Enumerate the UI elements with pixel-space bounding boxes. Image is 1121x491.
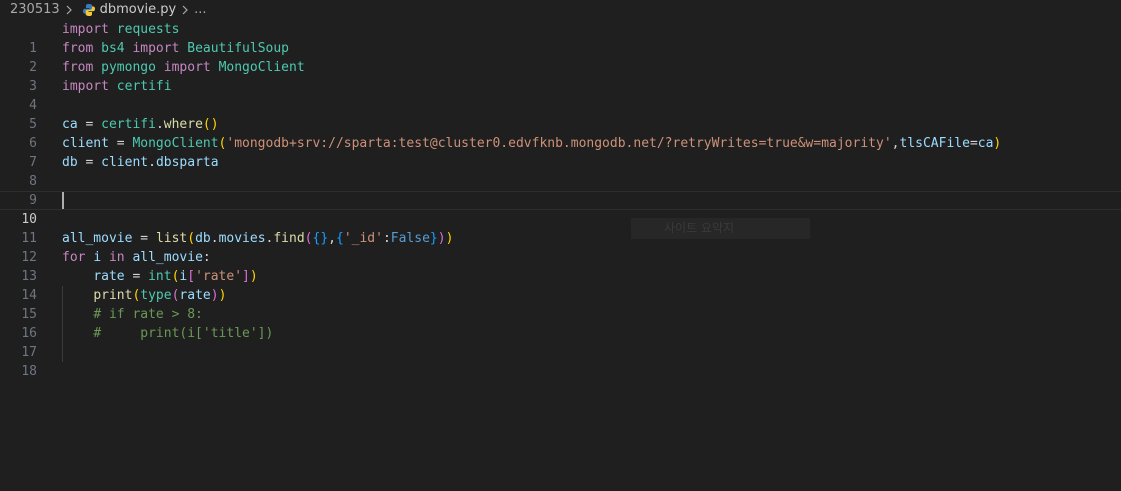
code-line[interactable]: 16 # if rate > 8: xyxy=(0,305,1121,341)
code-line[interactable]: 12 all_movie = list(db.movies.find({},{'… xyxy=(0,229,1121,265)
code-line[interactable]: 15 print(type(rate)) xyxy=(0,286,1121,322)
faded-overlay-hint: 사이트 요약지 xyxy=(631,218,810,239)
code-text: ca = certifi.where() xyxy=(62,117,219,132)
chevron-right-icon xyxy=(66,5,72,14)
code-text: import requests xyxy=(62,22,180,37)
code-line[interactable]: 13 for i in all_movie: xyxy=(0,248,1121,284)
code-text: # print(i['title']) xyxy=(93,326,274,341)
python-file-icon xyxy=(82,3,95,16)
line-number: 18 xyxy=(21,364,37,379)
code-text: from bs4 import BeautifulSoup xyxy=(62,41,289,56)
code-line[interactable]: 3 from pymongo import MongoClient xyxy=(0,58,1121,94)
code-line[interactable]: 14 rate = int(i['rate']) xyxy=(0,267,1121,303)
code-line[interactable]: 9 xyxy=(0,172,1121,208)
code-line[interactable]: 5 xyxy=(0,96,1121,132)
code-text: print(type(rate)) xyxy=(93,288,227,303)
indent-guide xyxy=(62,286,63,362)
code-line[interactable]: 11 xyxy=(0,210,1121,246)
code-line-current[interactable]: 10 xyxy=(0,191,1121,227)
code-line[interactable]: 17 # print(i['title']) xyxy=(0,324,1121,360)
breadcrumb-folder[interactable]: 230513 xyxy=(10,2,60,17)
code-text: db = client.dbsparta xyxy=(62,155,219,170)
code-line[interactable]: 7 client = MongoClient('mongodb+srv://sp… xyxy=(0,134,1121,170)
breadcrumb-symbol[interactable]: ... xyxy=(194,2,206,17)
code-text: rate = int(i['rate']) xyxy=(93,269,258,284)
code-text: for i in all_movie: xyxy=(62,250,211,265)
code-line[interactable]: 6 ca = certifi.where() xyxy=(0,115,1121,151)
chevron-right-icon xyxy=(182,5,189,14)
code-text: from pymongo import MongoClient xyxy=(62,60,305,75)
code-editor[interactable]: 1 import requests 2 from bs4 import Beau… xyxy=(0,20,1121,379)
code-line[interactable]: 4 import certifi xyxy=(0,77,1121,113)
code-text: all_movie = list(db.movies.find({},{'_id… xyxy=(62,231,454,246)
code-line[interactable]: 1 import requests xyxy=(0,20,1121,56)
code-line[interactable]: 18 xyxy=(0,343,1121,379)
code-text: import certifi xyxy=(62,79,172,94)
breadcrumb-file[interactable]: dbmovie.py xyxy=(100,2,177,17)
text-cursor xyxy=(62,192,64,209)
breadcrumb: 230513 dbmovie.py ... xyxy=(0,0,1121,19)
code-line[interactable]: 8 db = client.dbsparta xyxy=(0,153,1121,189)
code-text: client = MongoClient('mongodb+srv://spar… xyxy=(62,136,1002,151)
code-line[interactable]: 2 from bs4 import BeautifulSoup xyxy=(0,39,1121,75)
code-text: # if rate > 8: xyxy=(93,307,203,322)
